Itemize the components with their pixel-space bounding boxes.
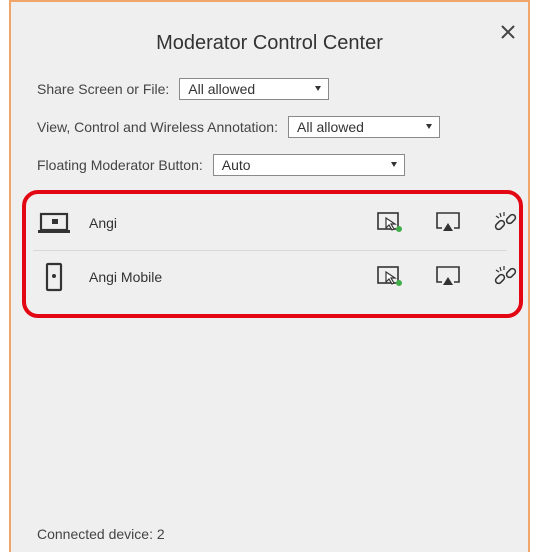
- disconnect-icon[interactable]: [491, 263, 521, 291]
- device-row: Angi Mobile: [33, 252, 517, 304]
- share-setting-row: Share Screen or File: All allowed: [37, 78, 330, 100]
- view-setting-select[interactable]: All allowed: [288, 116, 440, 138]
- mobile-phone-icon: [37, 262, 73, 292]
- connected-device-count: Connected device: 2: [37, 526, 165, 542]
- share-setting-label: Share Screen or File:: [37, 81, 170, 97]
- disconnect-icon[interactable]: [491, 209, 521, 237]
- screen-share-icon[interactable]: [375, 209, 405, 237]
- dialog-title: Moderator Control Center: [156, 32, 383, 54]
- device-row: Angi: [33, 198, 517, 251]
- floating-setting-label: Floating Moderator Button:: [37, 157, 203, 173]
- floating-setting-row: Floating Moderator Button: Auto: [37, 154, 405, 176]
- screen-share-icon[interactable]: [375, 263, 405, 291]
- cast-icon[interactable]: [433, 209, 463, 237]
- view-setting-value: All allowed: [297, 119, 364, 135]
- floating-setting-select[interactable]: Auto: [212, 154, 405, 176]
- view-setting-row: View, Control and Wireless Annotation: A…: [37, 116, 440, 138]
- cast-icon[interactable]: [433, 263, 463, 291]
- chevron-down-icon: [426, 124, 432, 129]
- laptop-icon: [37, 208, 73, 238]
- device-name: Angi: [89, 215, 118, 231]
- moderator-control-center-dialog: Moderator Control Center Share Screen or…: [9, 0, 530, 552]
- chevron-down-icon: [315, 86, 322, 91]
- device-name: Angi Mobile: [89, 269, 163, 285]
- chevron-down-icon: [390, 162, 397, 167]
- close-icon[interactable]: [498, 22, 518, 42]
- view-setting-label: View, Control and Wireless Annotation:: [37, 119, 278, 135]
- share-setting-value: All allowed: [188, 81, 256, 97]
- floating-setting-value: Auto: [221, 157, 251, 173]
- share-setting-select[interactable]: All allowed: [179, 78, 330, 100]
